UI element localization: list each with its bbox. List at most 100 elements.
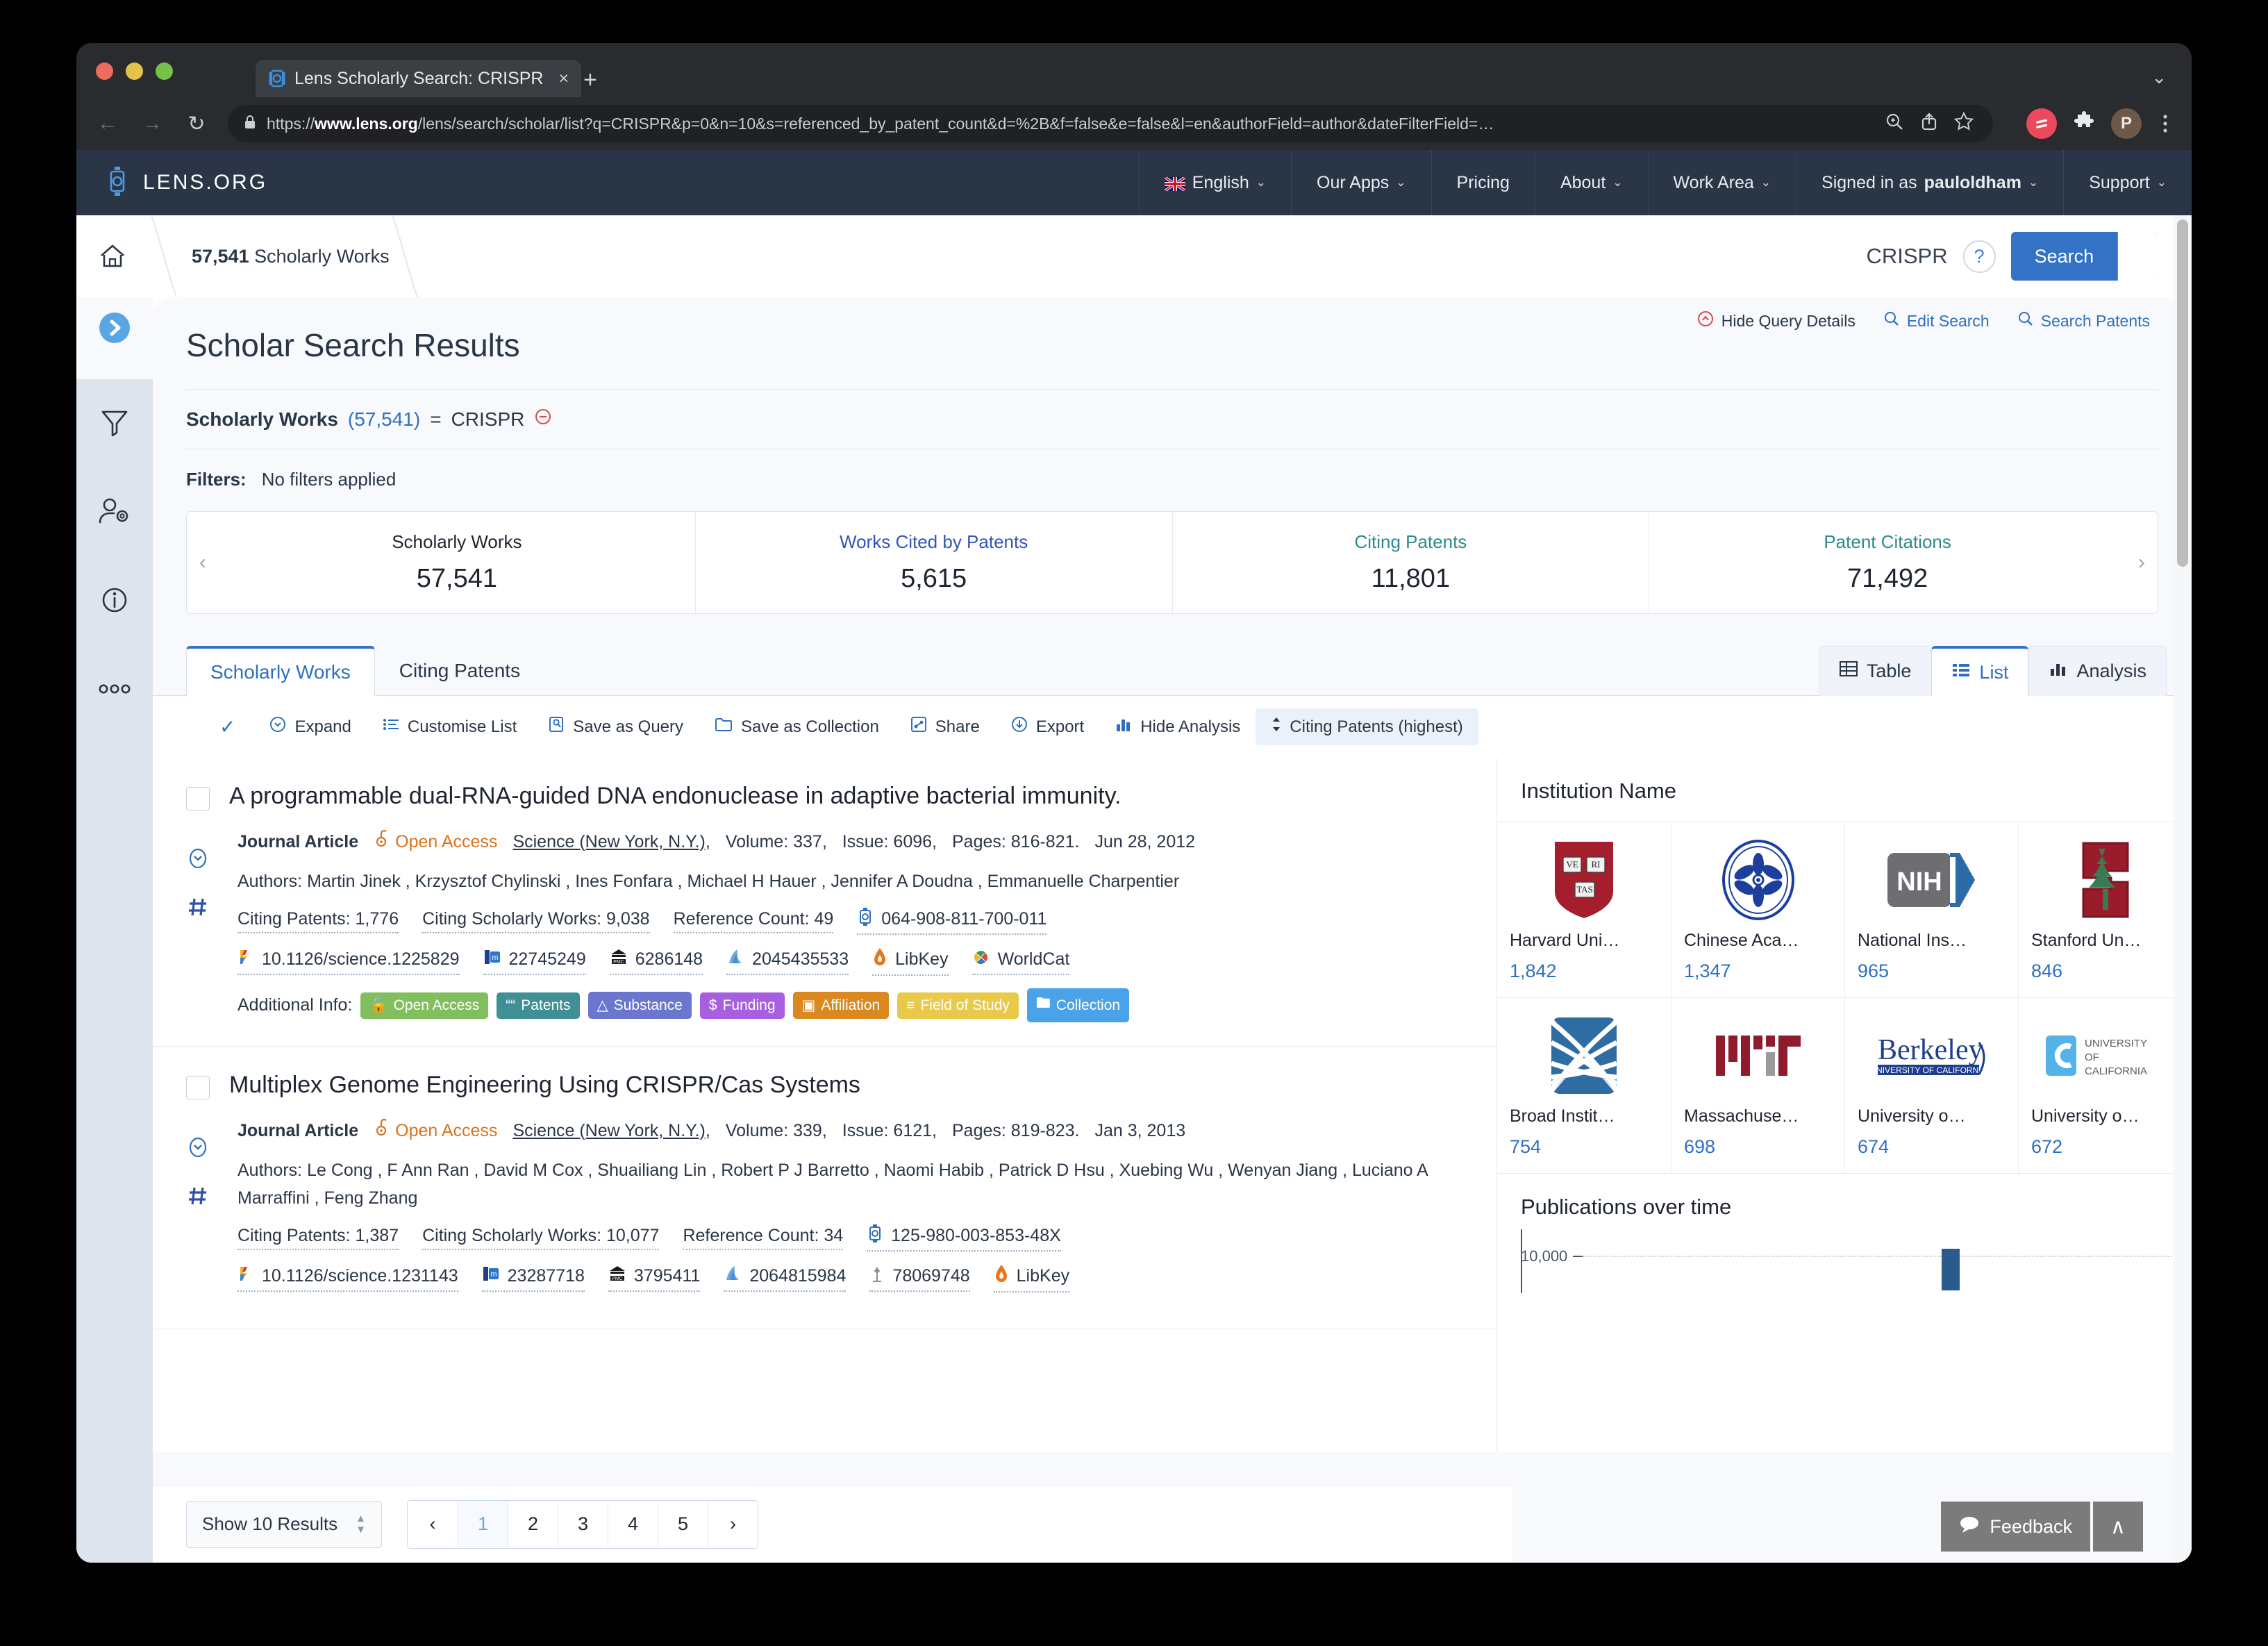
identifier-worldcat[interactable]: WorldCat <box>972 948 1070 975</box>
tab-analysis-view[interactable]: Analysis <box>2028 646 2167 696</box>
browser-menu-icon[interactable] <box>2157 113 2174 135</box>
hash-icon[interactable] <box>187 1185 209 1211</box>
nav-item-pricing[interactable]: Pricing <box>1431 150 1535 215</box>
scroll-to-top-button[interactable]: ∧ <box>2093 1502 2143 1552</box>
institution-card[interactable]: Berkeley UNIVERSITY OF CALIFORNIA Univers… <box>1844 997 2018 1173</box>
identifier-pubmed[interactable]: m 22745249 <box>483 948 586 975</box>
institution-card[interactable]: VE RI TAS Harvard Uni… 1,842 <box>1497 822 1671 997</box>
back-button[interactable]: ← <box>94 112 121 135</box>
reload-button[interactable]: ↻ <box>183 112 210 136</box>
tab-list-view[interactable]: List <box>1931 646 2029 696</box>
identifier-core[interactable]: 78069748 <box>869 1265 970 1292</box>
rail-item-more[interactable] <box>76 646 153 735</box>
pager-page-1[interactable]: 1 <box>457 1500 508 1548</box>
institution-card[interactable]: Chinese Aca… 1,347 <box>1671 822 1844 997</box>
rail-item-user-settings[interactable] <box>76 468 153 557</box>
address-bar[interactable]: https://www.lens.org/lens/search/scholar… <box>228 105 1993 142</box>
institution-card[interactable]: Broad Instit… 754 <box>1497 997 1671 1173</box>
browser-tab[interactable]: Lens Scholarly Search: CRISPR × <box>256 60 582 97</box>
metric-citing-scholarly-works[interactable]: Citing Scholarly Works: 10,077 <box>422 1226 660 1250</box>
stats-next-button[interactable]: › <box>2126 512 2158 613</box>
new-tab-button[interactable]: + <box>583 68 597 92</box>
tab-table-view[interactable]: Table <box>1818 646 1932 696</box>
forward-button[interactable]: → <box>139 112 165 135</box>
result-checkbox[interactable] <box>186 787 210 810</box>
result-journal[interactable]: Science (New York, N.Y.), <box>512 829 710 856</box>
toolbar-sort-button[interactable]: Citing Patents (highest) <box>1256 708 1478 745</box>
stat-card-works-cited-by-patents[interactable]: Works Cited by Patents 5,615 <box>694 512 1172 613</box>
extensions-puzzle-icon[interactable] <box>2072 110 2096 138</box>
result-title[interactable]: A programmable dual-RNA-guided DNA endon… <box>229 781 1122 811</box>
minimize-window-button[interactable] <box>126 63 143 80</box>
nav-item-work-area[interactable]: Work Area ⌄ <box>1647 150 1796 215</box>
toolbar-expand-button[interactable]: Expand <box>253 708 366 745</box>
close-window-button[interactable] <box>96 63 113 80</box>
toolbar-save-as-collection-button[interactable]: Save as Collection <box>699 708 894 745</box>
extension-icon[interactable] <box>2026 108 2057 139</box>
badge-open-access[interactable]: 🔓 Open Access <box>360 992 489 1019</box>
institution-card[interactable]: Massachuse… 698 <box>1671 997 1844 1173</box>
feedback-button[interactable]: Feedback <box>1941 1502 2090 1552</box>
result-journal[interactable]: Science (New York, N.Y.), <box>512 1118 710 1145</box>
badge-collection[interactable]: 🖿 Collection <box>1026 988 1130 1022</box>
identifier-libkey[interactable]: LibKey <box>993 1264 1070 1292</box>
result-title[interactable]: Multiplex Genome Engineering Using CRISP… <box>229 1070 860 1100</box>
site-logo[interactable]: LENS.ORG <box>76 150 267 215</box>
help-icon[interactable]: ? <box>1962 240 1996 273</box>
toolbar-share-button[interactable]: Share <box>894 708 995 745</box>
tab-close-icon[interactable]: × <box>558 69 569 89</box>
identifier-mag[interactable]: 2064815984 <box>724 1265 847 1292</box>
identifier-libkey[interactable]: LibKey <box>872 947 949 976</box>
pager-page-4[interactable]: 4 <box>607 1500 658 1548</box>
select-all-checkbox[interactable]: ✓ <box>186 715 253 738</box>
maximize-window-button[interactable] <box>156 63 173 80</box>
search-button[interactable]: Search ▼ <box>2010 232 2158 281</box>
nav-item-about[interactable]: About ⌄ <box>1534 150 1648 215</box>
pager-next[interactable]: › <box>707 1500 758 1548</box>
toolbar-export-button[interactable]: Export <box>995 708 1099 745</box>
chevron-down-circle-icon[interactable] <box>186 847 210 874</box>
results-per-page-select[interactable]: Show 10 Results ▲ ▼ <box>186 1500 382 1548</box>
search-dropdown-caret-icon[interactable]: ▼ <box>2117 232 2158 281</box>
hash-icon[interactable] <box>187 896 209 922</box>
zoom-icon[interactable] <box>1881 111 1908 137</box>
identifier-doi[interactable]: 10.1126/science.1225829 <box>237 948 460 975</box>
institution-card[interactable]: Stanford Un… 846 <box>2018 822 2192 997</box>
stat-card-patent-citations[interactable]: Patent Citations 71,492 <box>1649 512 2126 613</box>
home-button[interactable] <box>76 242 149 271</box>
toolbar-save-as-query-button[interactable]: Save as Query <box>532 708 699 745</box>
search-input[interactable]: CRISPR <box>1866 244 1947 269</box>
nav-item-our-apps[interactable]: Our Apps ⌄ <box>1291 150 1431 215</box>
stat-card-citing-patents[interactable]: Citing Patents 11,801 <box>1171 512 1649 613</box>
tab-citing-patents[interactable]: Citing Patents <box>375 645 544 695</box>
institution-card[interactable]: NIH National Ins… 965 <box>1844 822 2018 997</box>
identifier-mag[interactable]: 2045435533 <box>726 948 849 975</box>
search-patents-button[interactable]: Search Patents <box>2017 310 2150 331</box>
stepper-icon[interactable]: ▲ ▼ <box>356 1513 366 1535</box>
pager-page-3[interactable]: 3 <box>557 1500 608 1548</box>
metric-lens-id[interactable]: 064-908-811-700-011 <box>857 908 1047 935</box>
edit-search-button[interactable]: Edit Search <box>1883 310 1990 331</box>
tab-list-chevron-icon[interactable]: ⌄ <box>2151 67 2167 88</box>
hide-query-details-button[interactable]: Hide Query Details <box>1696 310 1856 332</box>
institution-card[interactable]: UNIVERSITY OF CALIFORNIA University o… 672 <box>2018 997 2192 1173</box>
identifier-pmc[interactable]: PMC 3795411 <box>608 1265 701 1292</box>
badge-field-of-study[interactable]: ≡ Field of Study <box>897 992 1019 1019</box>
toolbar-customise-list-button[interactable]: Customise List <box>367 708 532 745</box>
share-icon[interactable] <box>1915 111 1943 137</box>
pager-page-2[interactable]: 2 <box>507 1500 558 1548</box>
toolbar-hide-analysis-button[interactable]: Hide Analysis <box>1099 708 1256 745</box>
nav-item-english[interactable]: English ⌄ <box>1138 150 1291 215</box>
metric-citing-scholarly-works[interactable]: Citing Scholarly Works: 9,038 <box>422 909 650 933</box>
rail-item-info[interactable] <box>76 557 153 646</box>
metric-reference-count[interactable]: Reference Count: 49 <box>673 909 834 933</box>
pager-prev[interactable]: ‹ <box>408 1501 458 1548</box>
identifier-doi[interactable]: 10.1126/science.1231143 <box>237 1265 458 1292</box>
nav-item-support[interactable]: Support ⌄ <box>2063 150 2192 215</box>
metric-citing-patents[interactable]: Citing Patents: 1,776 <box>237 909 399 933</box>
metric-reference-count[interactable]: Reference Count: 34 <box>683 1226 844 1250</box>
identifier-pubmed[interactable]: m 23287718 <box>481 1265 585 1292</box>
pager-page-5[interactable]: 5 <box>657 1500 708 1548</box>
profile-avatar[interactable]: P <box>2111 108 2142 139</box>
badge-substance[interactable]: △ Substance <box>587 992 692 1019</box>
